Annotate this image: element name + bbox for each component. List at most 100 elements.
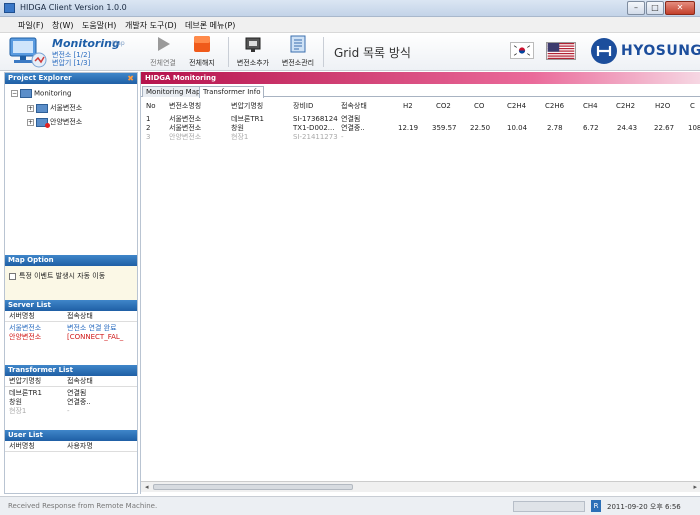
grid-mode-title: Grid 목록 방식 — [334, 46, 411, 60]
tree-label: Monitoring — [34, 89, 72, 98]
collapse-icon[interactable]: − — [11, 90, 18, 97]
left-panel: Project Explorer ✖ − Monitoring + 서울변전소 + 안… — [4, 72, 138, 494]
substation-error-icon — [36, 117, 50, 128]
minimize-button[interactable]: – — [627, 1, 645, 15]
col-co2[interactable]: CO2 — [436, 101, 451, 112]
status-bar: Received Response from Remote Machine. R… — [0, 496, 700, 515]
col-h2[interactable]: H2 — [403, 101, 413, 112]
map-subtitle: Map — [112, 40, 125, 47]
tree-node-anyang[interactable]: + 안양변전소 — [27, 117, 83, 128]
tab-transformer-info[interactable]: Transformer Info — [199, 86, 265, 98]
project-tree: − Monitoring + 서울변전소 + 안양변전소 — [5, 84, 137, 254]
col-c2h2[interactable]: C2H2 — [616, 101, 635, 112]
hyosung-logo-icon — [591, 38, 617, 64]
menu-devron[interactable]: 데브론 메뉴(P) — [185, 20, 235, 31]
server-row[interactable]: 서울변전소 변전소 연결 완료 — [5, 324, 137, 333]
disconnect-all-button[interactable]: 전체해지 — [185, 35, 219, 69]
tree-label: 안양변전소 — [50, 118, 83, 126]
menu-dev-tools[interactable]: 개발자 도구(D) — [125, 20, 177, 31]
col-c2h4[interactable]: C2H4 — [507, 101, 526, 112]
col-ch4[interactable]: CH4 — [583, 101, 598, 112]
disconnect-all-label: 전체해지 — [189, 59, 215, 67]
close-icon[interactable]: ✖ — [127, 73, 134, 84]
transformer-list-panel: Transformer List 변압기명칭 접속상태 데브론TR1 연결됨 창… — [5, 365, 137, 416]
col-device-id[interactable]: 장비ID — [293, 101, 313, 112]
col-substation-name[interactable]: 변전소명칭 — [169, 101, 201, 112]
close-button[interactable]: ✕ — [665, 1, 695, 15]
expand-icon[interactable]: + — [27, 104, 34, 112]
transformer-row[interactable]: 현장1 - — [5, 407, 137, 416]
status-time: 2011-09-20 오후 6:56 — [607, 503, 681, 511]
user-list-header: User List — [5, 430, 137, 441]
monitoring-header: HIDGA Monitoring — [141, 72, 700, 84]
toolbar: Monitoring Map 변전소 [1/2] 변압기 [1/3] 전체연결 … — [0, 33, 700, 71]
substation-icon — [36, 103, 48, 113]
transformer-grid: No 변전소명칭 변압기명칭 장비ID 접속상태 H2 CO2 CO C2H4 … — [141, 98, 700, 476]
manage-substation-icon — [290, 35, 306, 53]
usa-flag-icon[interactable] — [546, 42, 576, 60]
menu-help[interactable]: 도움말(H) — [82, 20, 116, 31]
horizontal-scrollbar[interactable]: ◂ ▸ — [141, 481, 700, 492]
manage-substation-button[interactable]: 변전소관리 — [278, 35, 318, 69]
brand-name: HYOSUNG — [621, 43, 700, 59]
status-message: Received Response from Remote Machine. — [8, 502, 158, 510]
manage-substation-label: 변전소관리 — [281, 59, 315, 67]
tree-node-monitoring[interactable]: − Monitoring — [11, 89, 71, 98]
col-connection-status: 접속상태 — [67, 377, 93, 385]
col-connection-status: 접속상태 — [67, 312, 93, 320]
server-list-panel: Server List 서버명칭 접속상태 서울변전소 변전소 연결 완료 안양… — [5, 300, 137, 342]
connect-all-label: 전체연결 — [150, 59, 176, 67]
col-c2h6[interactable]: C2H6 — [545, 101, 564, 112]
transformer-row[interactable]: 창원 연결중.. — [5, 398, 137, 407]
project-explorer-header: Project Explorer ✖ — [5, 73, 137, 84]
menu-bar: 파일(F) 창(W) 도움말(H) 개발자 도구(D) 데브론 메뉴(P) — [0, 17, 700, 33]
table-row[interactable]: 3 안양변전소 현장1 SI-21411273 - — [141, 132, 700, 143]
play-icon — [158, 37, 170, 51]
scroll-thumb[interactable] — [153, 484, 353, 490]
col-h2o[interactable]: H2O — [655, 101, 670, 112]
col-c[interactable]: C — [690, 101, 695, 112]
app-icon — [4, 3, 15, 13]
project-explorer-title: Project Explorer — [8, 74, 72, 82]
monitoring-panel: HIDGA Monitoring Monitoring Map Transfor… — [140, 72, 700, 494]
auto-move-checkbox[interactable] — [9, 272, 16, 280]
add-substation-button[interactable]: 변전소추가 — [233, 35, 273, 69]
server-row[interactable]: 안양변전소 [CONNECT_FAL_ — [5, 333, 137, 342]
monitoring-logo-icon — [9, 37, 47, 68]
window-title: HIDGA Client Version 1.0.0 — [20, 3, 127, 12]
scroll-right-icon[interactable]: ▸ — [693, 483, 697, 491]
maximize-button[interactable]: □ — [646, 1, 664, 15]
toolbar-separator — [228, 37, 229, 67]
transformer-row[interactable]: 데브론TR1 연결됨 — [5, 389, 137, 398]
toolbar-separator — [323, 37, 324, 67]
col-server-name: 서버명칭 — [9, 312, 35, 320]
user-list-panel: User List 서버명칭 사용자명 — [5, 430, 137, 452]
auto-move-label: 특정 이벤트 발생시 자동 이동 — [19, 272, 106, 280]
transformer-list-header: Transformer List — [5, 365, 137, 376]
col-server-name: 서버명칭 — [9, 442, 35, 450]
menu-window[interactable]: 창(W) — [52, 20, 74, 31]
col-co[interactable]: CO — [474, 101, 484, 112]
map-option-header: Map Option — [5, 255, 137, 266]
tree-label: 서울변전소 — [50, 104, 83, 112]
korea-flag-icon[interactable] — [510, 42, 534, 59]
transformer-count: 변압기 [1/3] — [52, 59, 91, 67]
server-list-header: Server List — [5, 300, 137, 311]
title-bar: HIDGA Client Version 1.0.0 – □ ✕ — [0, 0, 700, 17]
menu-file[interactable]: 파일(F) — [18, 20, 44, 31]
tab-monitoring-map[interactable]: Monitoring Map — [142, 86, 205, 97]
network-icon — [20, 89, 32, 98]
col-connection-status[interactable]: 접속상태 — [341, 101, 367, 112]
connect-all-button[interactable]: 전체연결 — [146, 35, 180, 69]
tree-node-seoul[interactable]: + 서울변전소 — [27, 103, 82, 113]
col-no[interactable]: No — [146, 101, 156, 112]
status-progress — [513, 501, 585, 512]
grid-header: No 변전소명칭 변압기명칭 장비ID 접속상태 H2 CO2 CO C2H4 … — [141, 101, 700, 112]
add-substation-icon — [245, 37, 261, 52]
map-option-panel: Map Option 특정 이벤트 발생시 자동 이동 — [5, 255, 137, 300]
expand-icon[interactable]: + — [27, 118, 34, 126]
col-transformer-name[interactable]: 변압기명칭 — [231, 101, 263, 112]
scroll-left-icon[interactable]: ◂ — [145, 483, 149, 491]
add-substation-label: 변전소추가 — [236, 59, 270, 67]
col-user-name: 사용자명 — [67, 442, 93, 450]
